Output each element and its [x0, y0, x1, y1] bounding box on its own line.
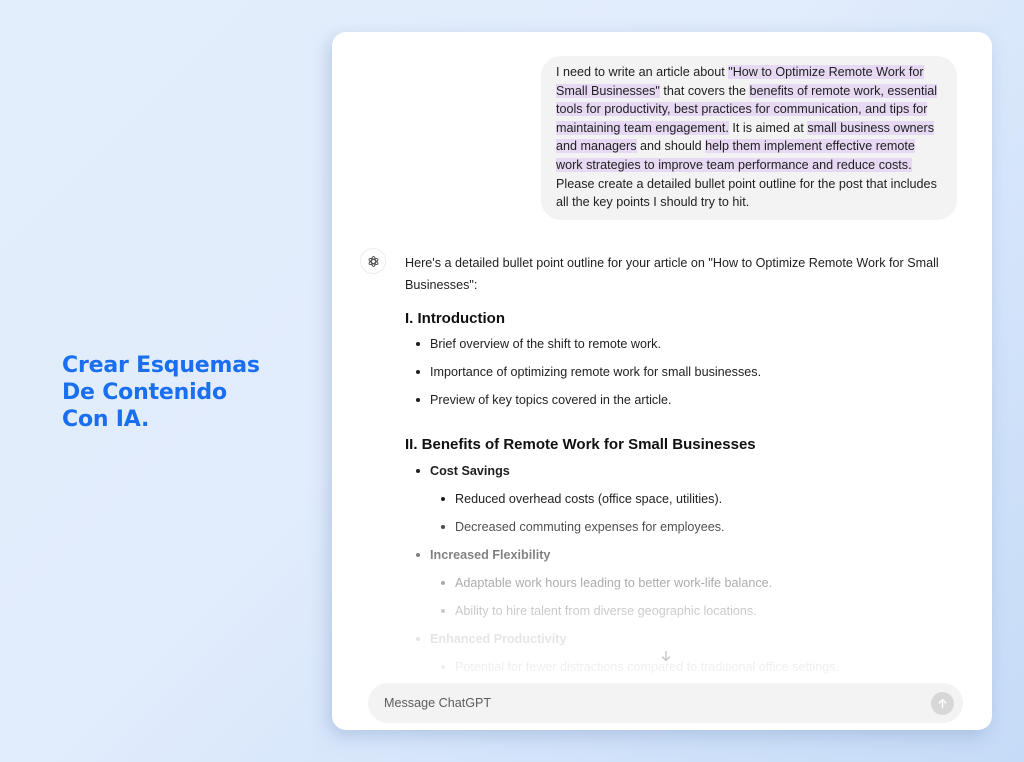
user-message-text: that covers the — [659, 83, 750, 98]
group-label: Enhanced Productivity — [430, 632, 567, 646]
list-item-text: Ability to hire talent from diverse geog… — [455, 604, 757, 618]
list-item: Ability to hire talent from diverse geog… — [405, 603, 975, 631]
list-item-text: Preview of key topics covered in the art… — [430, 393, 672, 407]
user-message-text: It is aimed at — [728, 120, 808, 135]
list-item-text: Decreased commuting expenses for employe… — [455, 520, 725, 534]
chat-window: I need to write an article about "How to… — [332, 32, 992, 730]
list-item-text: Brief overview of the shift to remote wo… — [430, 337, 661, 351]
group-label: Increased Flexibility — [430, 548, 551, 562]
headline-line: Con IA. — [62, 407, 150, 432]
sub-list: Adaptable work hours leading to better w… — [405, 575, 975, 631]
list-group: Cost Savings — [405, 463, 975, 491]
scroll-to-bottom-button[interactable] — [654, 644, 678, 668]
bullet — [441, 497, 445, 501]
benefits-list: Enhanced Productivity — [405, 631, 975, 659]
list-item: Brief overview of the shift to remote wo… — [405, 336, 975, 364]
list-item: Reduced overhead costs (office space, ut… — [405, 491, 975, 519]
headline: Crear Esquemas De Contenido Con IA. — [62, 352, 302, 433]
bullet — [441, 581, 445, 585]
list-item-text: Adaptable work hours leading to better w… — [455, 576, 773, 590]
bullet — [416, 637, 420, 641]
bullet — [416, 469, 420, 473]
message-input[interactable] — [384, 683, 904, 723]
bullet — [441, 665, 445, 669]
list-group: Enhanced Productivity — [405, 631, 975, 659]
assistant-avatar — [360, 248, 386, 274]
assistant-message-body: Here's a detailed bullet point outline f… — [405, 252, 975, 687]
list-item: Decreased commuting expenses for employe… — [405, 519, 975, 547]
list-item: Adaptable work hours leading to better w… — [405, 575, 975, 603]
list-item-text: Importance of optimizing remote work for… — [430, 365, 762, 379]
send-button[interactable] — [931, 692, 954, 715]
list-item: Importance of optimizing remote work for… — [405, 364, 975, 392]
user-message-text: I need to write an article about — [556, 65, 729, 79]
list-item-text: Potential for fewer distractions compare… — [455, 660, 840, 674]
benefits-list: Cost Savings — [405, 463, 975, 491]
sub-list: Reduced overhead costs (office space, ut… — [405, 491, 975, 547]
arrow-down-icon — [661, 650, 671, 662]
user-message-text: and should — [636, 139, 706, 154]
bullet — [441, 609, 445, 613]
headline-line: De Contenido — [62, 380, 227, 405]
list-group: Increased Flexibility — [405, 547, 975, 575]
user-message-bubble: I need to write an article about "How to… — [541, 56, 957, 220]
section-heading: II. Benefits of Remote Work for Small Bu… — [405, 436, 756, 453]
group-label: Cost Savings — [430, 464, 510, 478]
list-item-text: Reduced overhead costs (office space, ut… — [455, 492, 723, 506]
assistant-intro: Here's a detailed bullet point outline f… — [405, 256, 939, 292]
bullet — [416, 553, 420, 557]
introduction-list: Brief overview of the shift to remote wo… — [405, 336, 975, 420]
user-message-text: Please create a detailed bullet point ou… — [556, 176, 937, 210]
bullet — [416, 342, 420, 346]
arrow-up-icon — [938, 698, 947, 709]
list-item: Preview of key topics covered in the art… — [405, 392, 975, 420]
headline-line: Crear Esquemas — [62, 353, 260, 378]
message-composer — [368, 683, 963, 723]
bullet — [416, 370, 420, 374]
bullet — [441, 525, 445, 529]
benefits-list: Increased Flexibility — [405, 547, 975, 575]
bullet — [416, 398, 420, 402]
openai-logo-icon — [368, 255, 378, 267]
section-heading: I. Introduction — [405, 310, 505, 327]
